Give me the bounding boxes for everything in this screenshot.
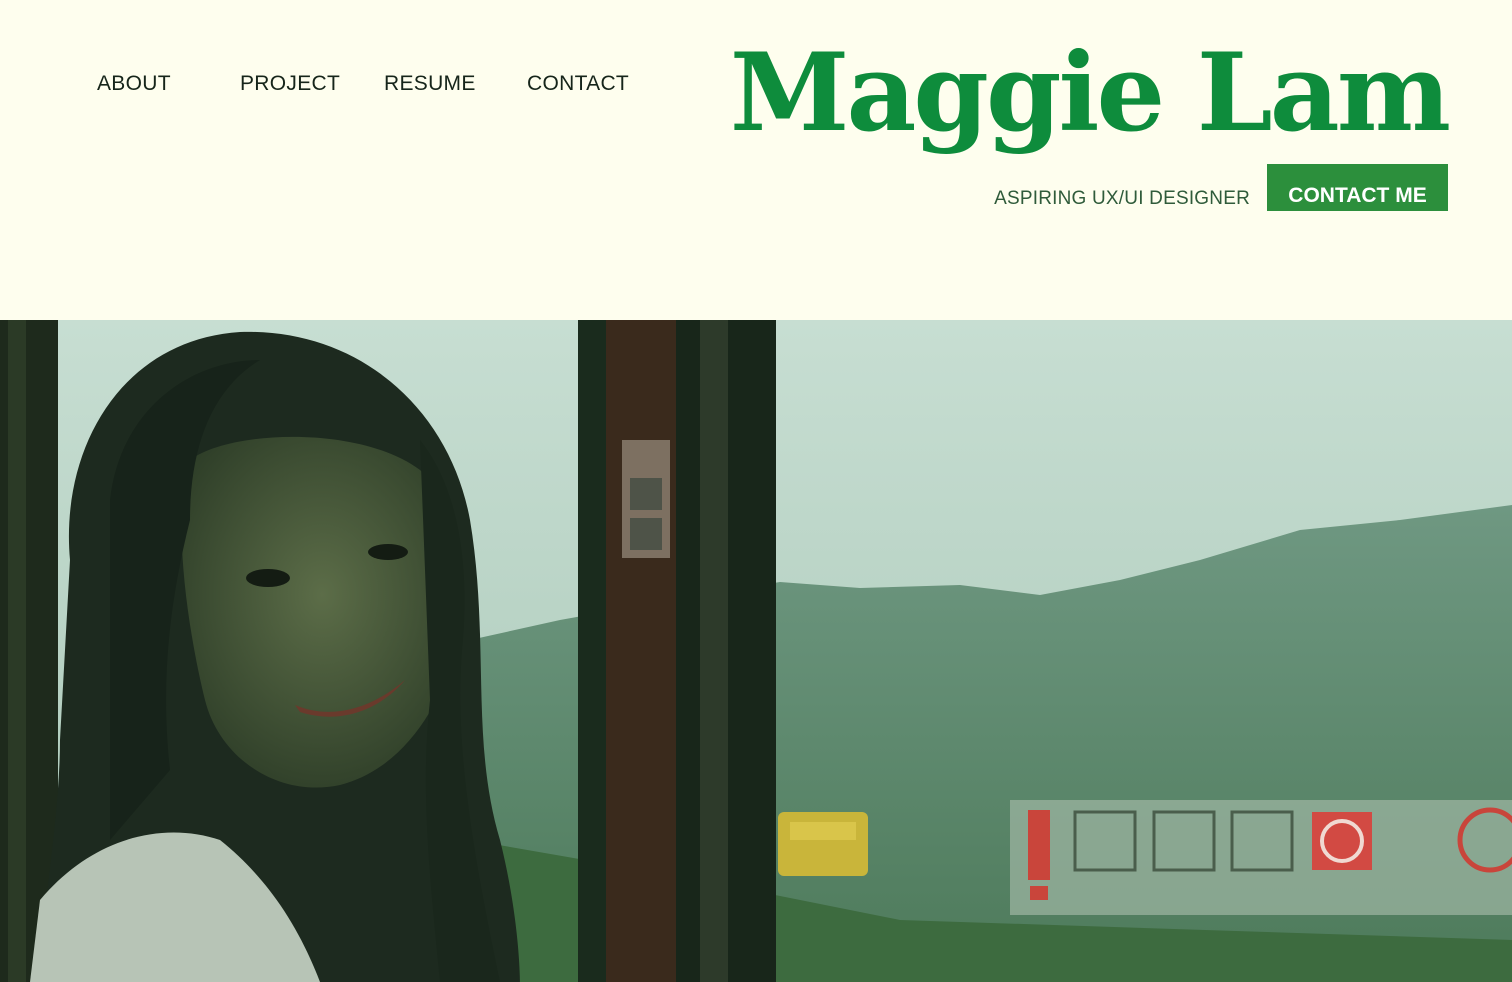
contact-me-button[interactable]: CONTACT ME	[1267, 164, 1448, 211]
nav-project-link[interactable]: PROJECT	[240, 72, 340, 96]
nav-contact-link[interactable]: CONTACT	[527, 72, 629, 96]
site-header: ABOUT PROJECT RESUME CONTACT Maggie Lam …	[0, 0, 1512, 320]
hero-photo	[0, 320, 1512, 982]
nav-resume-link[interactable]: RESUME	[384, 72, 476, 96]
nav-about-link[interactable]: ABOUT	[97, 72, 171, 96]
site-tagline: ASPIRING UX/UI DESIGNER	[994, 188, 1250, 209]
site-title: Maggie Lam	[729, 30, 1451, 156]
hero-image	[0, 320, 1512, 982]
